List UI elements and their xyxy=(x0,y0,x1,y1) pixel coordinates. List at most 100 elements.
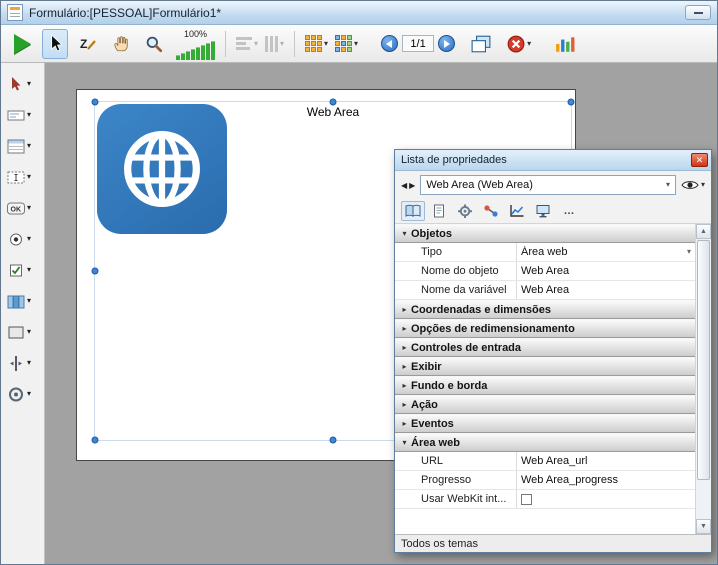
selection-handle[interactable] xyxy=(568,99,575,106)
sidebar-tool-listbox[interactable]: ▾ xyxy=(1,135,44,157)
sidebar-tool-scroll-area[interactable]: ▾ xyxy=(1,166,44,188)
webkit-checkbox[interactable] xyxy=(521,494,532,505)
chevron-down-icon: ▾ xyxy=(666,181,670,189)
tipo-combobox[interactable]: Área web ▾ xyxy=(517,246,695,258)
svg-text:Z: Z xyxy=(80,37,87,51)
section-header-objetos[interactable]: ▾ Objetos xyxy=(395,224,695,243)
sidebar-tool-checkbox[interactable]: ▾ xyxy=(1,259,44,281)
close-button[interactable]: ✕ xyxy=(691,153,708,167)
tab-theme-list[interactable] xyxy=(401,201,425,221)
zoom-bars-icon[interactable] xyxy=(176,41,215,60)
selection-handle[interactable] xyxy=(330,437,337,444)
distribute-icon xyxy=(265,36,278,52)
input-field-icon xyxy=(6,106,26,125)
cascade-windows-button[interactable] xyxy=(468,29,494,59)
previous-object-button[interactable]: ◀ xyxy=(401,181,407,190)
selection-handle[interactable] xyxy=(92,99,99,106)
chevron-down-icon: ▾ xyxy=(27,328,31,336)
chevron-down-icon: ▾ xyxy=(701,181,705,189)
tab-connections[interactable] xyxy=(479,201,503,221)
view-options-dropdown[interactable]: ▾ xyxy=(335,35,358,52)
globe-icon xyxy=(97,104,227,234)
button-bar-icon xyxy=(6,292,26,311)
sidebar-tool-radio[interactable]: ▾ xyxy=(1,228,44,250)
chevron-down-icon: ▾ xyxy=(27,173,31,181)
section-header-area-web[interactable]: ▾ Área web xyxy=(395,433,695,452)
run-form-button[interactable] xyxy=(9,29,35,59)
previous-page-button[interactable] xyxy=(381,35,398,52)
sidebar-tool-splitter[interactable]: ▾ xyxy=(1,352,44,374)
splitter-icon xyxy=(6,354,26,373)
scroll-down-button[interactable]: ▼ xyxy=(696,519,711,534)
chevron-down-icon: ▾ xyxy=(687,248,691,256)
stop-dropdown[interactable]: ▾ xyxy=(507,35,531,53)
chevron-right-icon: ▸ xyxy=(398,343,411,352)
scroll-up-button[interactable]: ▲ xyxy=(696,224,711,239)
rectangle-icon xyxy=(6,323,26,342)
run-icon xyxy=(14,34,31,54)
plugin-area-icon xyxy=(6,385,26,404)
chevron-down-icon: ▾ xyxy=(280,40,284,48)
sidebar-tool-button[interactable]: OK ▾ xyxy=(1,197,44,219)
chart-button[interactable] xyxy=(552,29,578,59)
section-header-fundo-borda[interactable]: ▸ Fundo e borda xyxy=(395,376,695,395)
section-label: Fundo e borda xyxy=(411,380,487,392)
url-field[interactable]: Web Area_url xyxy=(517,455,695,467)
stop-icon xyxy=(507,35,525,53)
tab-display[interactable] xyxy=(531,201,555,221)
chevron-right-icon: ▸ xyxy=(398,381,411,390)
sidebar-tool-pointer[interactable]: ▾ xyxy=(1,73,44,95)
sidebar-tool-rectangle[interactable]: ▾ xyxy=(1,321,44,343)
tab-settings[interactable] xyxy=(453,201,477,221)
section-label: Exibir xyxy=(411,361,442,373)
palette-titlebar[interactable]: Lista de propriedades ✕ xyxy=(395,150,711,171)
tab-page[interactable] xyxy=(427,201,451,221)
progresso-field[interactable]: Web Area_progress xyxy=(517,474,695,486)
window-titlebar[interactable]: Formulário:[PESSOAL]Formulário1* xyxy=(1,1,717,25)
chevron-down-icon: ▾ xyxy=(27,390,31,398)
selection-handle[interactable] xyxy=(330,99,337,106)
property-rows: ▾ Objetos Tipo Área web ▾ Nome do objeto… xyxy=(395,224,695,509)
section-header-redimensionamento[interactable]: ▸ Opções de redimensionamento xyxy=(395,319,695,338)
object-selector-row: ◀ ▶ Web Area (Web Area) ▾ ▾ xyxy=(395,171,711,199)
zoom-tool-button[interactable] xyxy=(141,29,167,59)
sidebar-tool-button-bar[interactable]: ▾ xyxy=(1,290,44,312)
property-label: Usar WebKit int... xyxy=(395,490,517,508)
section-label: Opções de redimensionamento xyxy=(411,323,575,335)
next-page-button[interactable] xyxy=(438,35,455,52)
pointer-icon xyxy=(46,34,64,54)
hand-tool-button[interactable] xyxy=(108,29,134,59)
section-header-acao[interactable]: ▸ Ação xyxy=(395,395,695,414)
selection-handle[interactable] xyxy=(92,437,99,444)
minimize-icon xyxy=(694,12,703,14)
chevron-down-icon: ▾ xyxy=(27,111,31,119)
visibility-dropdown[interactable]: ▾ xyxy=(681,179,705,191)
chevron-down-icon: ▾ xyxy=(354,40,358,48)
vertical-scrollbar[interactable]: ▲ ▼ xyxy=(695,224,711,534)
section-header-eventos[interactable]: ▸ Eventos xyxy=(395,414,695,433)
section-header-controles[interactable]: ▸ Controles de entrada xyxy=(395,338,695,357)
nome-objeto-field[interactable]: Web Area xyxy=(517,265,695,277)
property-label: Nome da variável xyxy=(395,281,517,299)
chevron-down-icon: ▾ xyxy=(527,40,531,48)
selection-handle[interactable] xyxy=(92,268,99,275)
tab-chart[interactable] xyxy=(505,201,529,221)
next-object-button[interactable]: ▶ xyxy=(409,181,415,190)
scrollbar-thumb[interactable] xyxy=(697,240,710,480)
sidebar-tool-plugin-area[interactable]: ▾ xyxy=(1,383,44,405)
bar-chart-icon xyxy=(555,35,575,53)
section-header-coordenadas[interactable]: ▸ Coordenadas e dimensões xyxy=(395,300,695,319)
zoom-level-control[interactable]: 100% xyxy=(176,28,215,60)
object-selector-combobox[interactable]: Web Area (Web Area) ▾ xyxy=(420,175,676,195)
section-header-exibir[interactable]: ▸ Exibir xyxy=(395,357,695,376)
palette-title: Lista de propriedades xyxy=(401,154,691,166)
nome-variavel-field[interactable]: Web Area xyxy=(517,284,695,296)
tab-more[interactable]: … xyxy=(557,201,581,221)
collapse-window-button[interactable] xyxy=(685,5,711,20)
pointer-tool-button[interactable] xyxy=(42,29,68,59)
section-label: Objetos xyxy=(411,228,452,240)
sidebar-tool-input[interactable]: ▾ xyxy=(1,104,44,126)
color-scheme-dropdown[interactable]: ▾ xyxy=(305,35,328,52)
badge-tool-button[interactable]: Z xyxy=(75,29,101,59)
app-window: Formulário:[PESSOAL]Formulário1* Z 100% … xyxy=(0,0,718,565)
